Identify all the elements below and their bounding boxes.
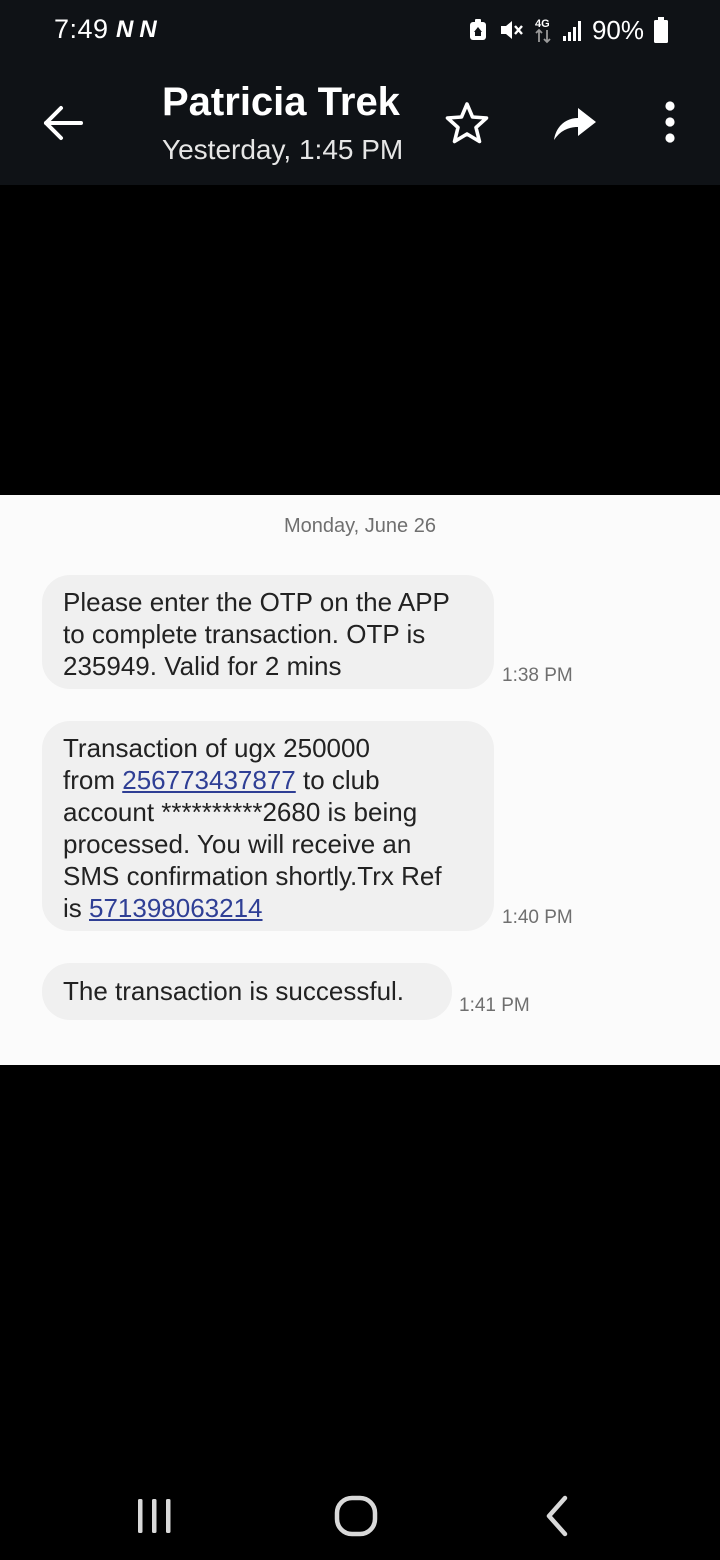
phone-number-link[interactable]: 256773437877 xyxy=(122,765,296,795)
message-bubble[interactable]: Please enter the OTP on the APP to compl… xyxy=(42,575,494,689)
message-line: from 256773437877 to club xyxy=(63,764,472,796)
battery-percent: 90% xyxy=(591,14,644,45)
message-line: is 571398063214 xyxy=(63,892,472,924)
more-vert-icon xyxy=(665,101,675,143)
more-options-button[interactable] xyxy=(650,96,690,150)
conversation-timestamp: Yesterday, 1:45 PM xyxy=(162,134,404,165)
signal-icon xyxy=(562,21,581,41)
message-bubble[interactable]: The transaction is successful. xyxy=(42,963,452,1020)
recent-apps-icon xyxy=(138,1499,171,1533)
forward-button[interactable] xyxy=(546,96,602,150)
back-button[interactable] xyxy=(36,96,90,150)
svg-text:4G: 4G xyxy=(535,18,550,30)
back-nav-icon xyxy=(546,1495,568,1537)
message-line: Transaction of ugx 250000 xyxy=(63,733,370,763)
message-list[interactable]: Monday, June 26 Please enter the OTP on … xyxy=(0,495,720,1065)
notification-n-icon: N xyxy=(116,16,134,43)
message-line: processed. You will receive an xyxy=(63,829,412,859)
notification-icons: N N xyxy=(116,17,157,43)
star-icon xyxy=(445,102,489,144)
message-time: 1:40 PM xyxy=(502,907,573,928)
mute-icon xyxy=(500,21,523,39)
message-line: account **********2680 is being xyxy=(63,797,418,827)
back-nav-button[interactable] xyxy=(528,1486,588,1546)
star-button[interactable] xyxy=(440,96,494,150)
recycle-icon xyxy=(469,19,486,40)
contact-name: Patricia Trek xyxy=(162,80,400,124)
message-time: 1:38 PM xyxy=(502,665,573,686)
forward-icon xyxy=(554,108,596,140)
system-navigation-bar xyxy=(0,1460,720,1560)
message-line: The transaction is successful. xyxy=(63,976,405,1006)
message-bubble[interactable]: Transaction of ugx 250000 from 256773437… xyxy=(42,721,494,931)
status-right-group: 4G 90% xyxy=(468,14,668,46)
back-arrow-icon xyxy=(44,106,83,140)
date-divider: Monday, June 26 xyxy=(284,515,436,537)
notification-n-icon: N xyxy=(139,16,157,43)
text-fragment: from xyxy=(63,765,123,795)
message-line: SMS confirmation shortly.Trx Ref xyxy=(63,861,442,891)
text-fragment: to club xyxy=(295,765,380,795)
message-time: 1:41 PM xyxy=(459,995,530,1016)
network-4g-icon: 4G xyxy=(535,18,551,44)
home-button[interactable] xyxy=(326,1486,386,1546)
text-fragment: is xyxy=(63,893,89,923)
message-line: 235949. Valid for 2 mins xyxy=(63,651,342,681)
status-time: 7:49 xyxy=(54,14,109,44)
home-icon xyxy=(334,1495,378,1537)
status-bar: 7:49 N N 4G 90% xyxy=(0,0,720,60)
recent-apps-button[interactable] xyxy=(124,1486,184,1546)
conversation-header: Patricia Trek Yesterday, 1:45 PM xyxy=(0,60,720,185)
battery-icon xyxy=(654,17,668,43)
message-line: Please enter the OTP on the APP xyxy=(63,587,450,617)
message-line: to complete transaction. OTP is xyxy=(63,619,426,649)
reference-number-link[interactable]: 571398063214 xyxy=(89,893,263,923)
phone-screen: 7:49 N N 4G 90% Patricia Trek Yesterday,… xyxy=(0,0,720,1560)
